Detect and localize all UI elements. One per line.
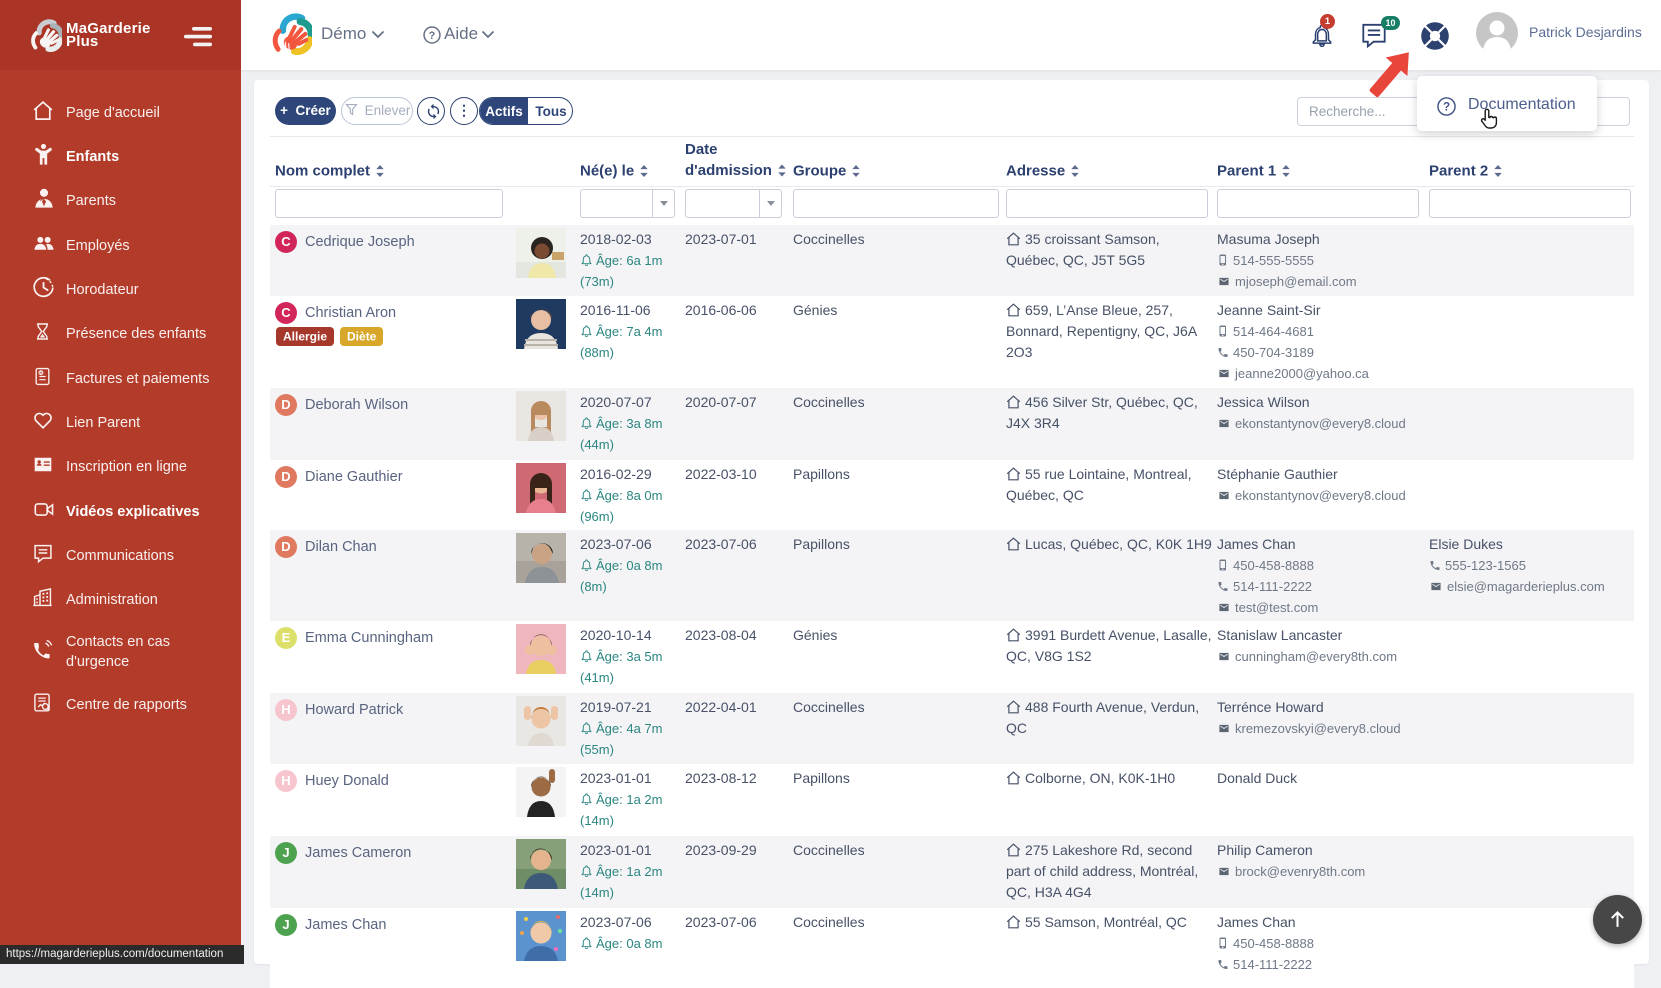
svg-text:?: ? bbox=[429, 30, 436, 42]
svg-text:?: ? bbox=[1443, 101, 1450, 114]
